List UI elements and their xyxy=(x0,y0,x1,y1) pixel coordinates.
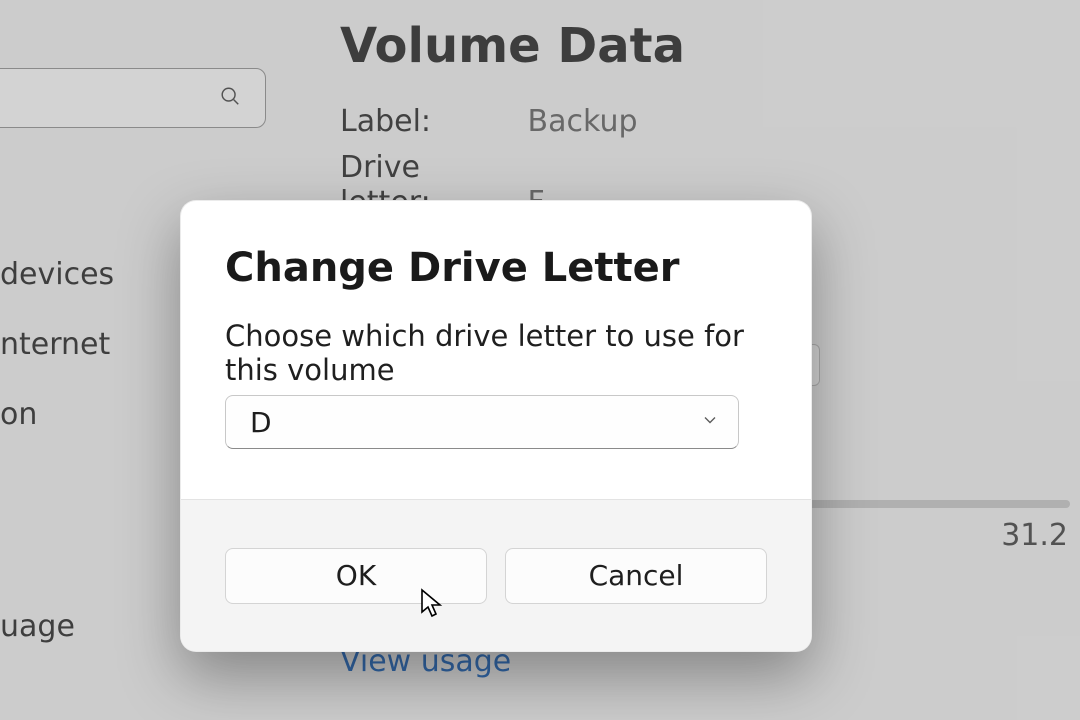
dialog-title: Change Drive Letter xyxy=(225,245,767,291)
drive-letter-selected: D xyxy=(250,406,272,439)
dialog-subtitle: Choose which drive letter to use for thi… xyxy=(225,319,767,387)
change-drive-letter-dialog: Change Drive Letter Choose which drive l… xyxy=(180,200,812,652)
chevron-down-icon xyxy=(700,410,720,434)
dialog-footer: OK Cancel xyxy=(181,499,811,651)
cancel-button[interactable]: Cancel xyxy=(505,548,767,604)
drive-letter-select[interactable]: D xyxy=(225,395,739,449)
cancel-button-label: Cancel xyxy=(589,559,684,592)
ok-button[interactable]: OK xyxy=(225,548,487,604)
dialog-body: Change Drive Letter Choose which drive l… xyxy=(181,201,811,499)
ok-button-label: OK xyxy=(336,559,376,592)
